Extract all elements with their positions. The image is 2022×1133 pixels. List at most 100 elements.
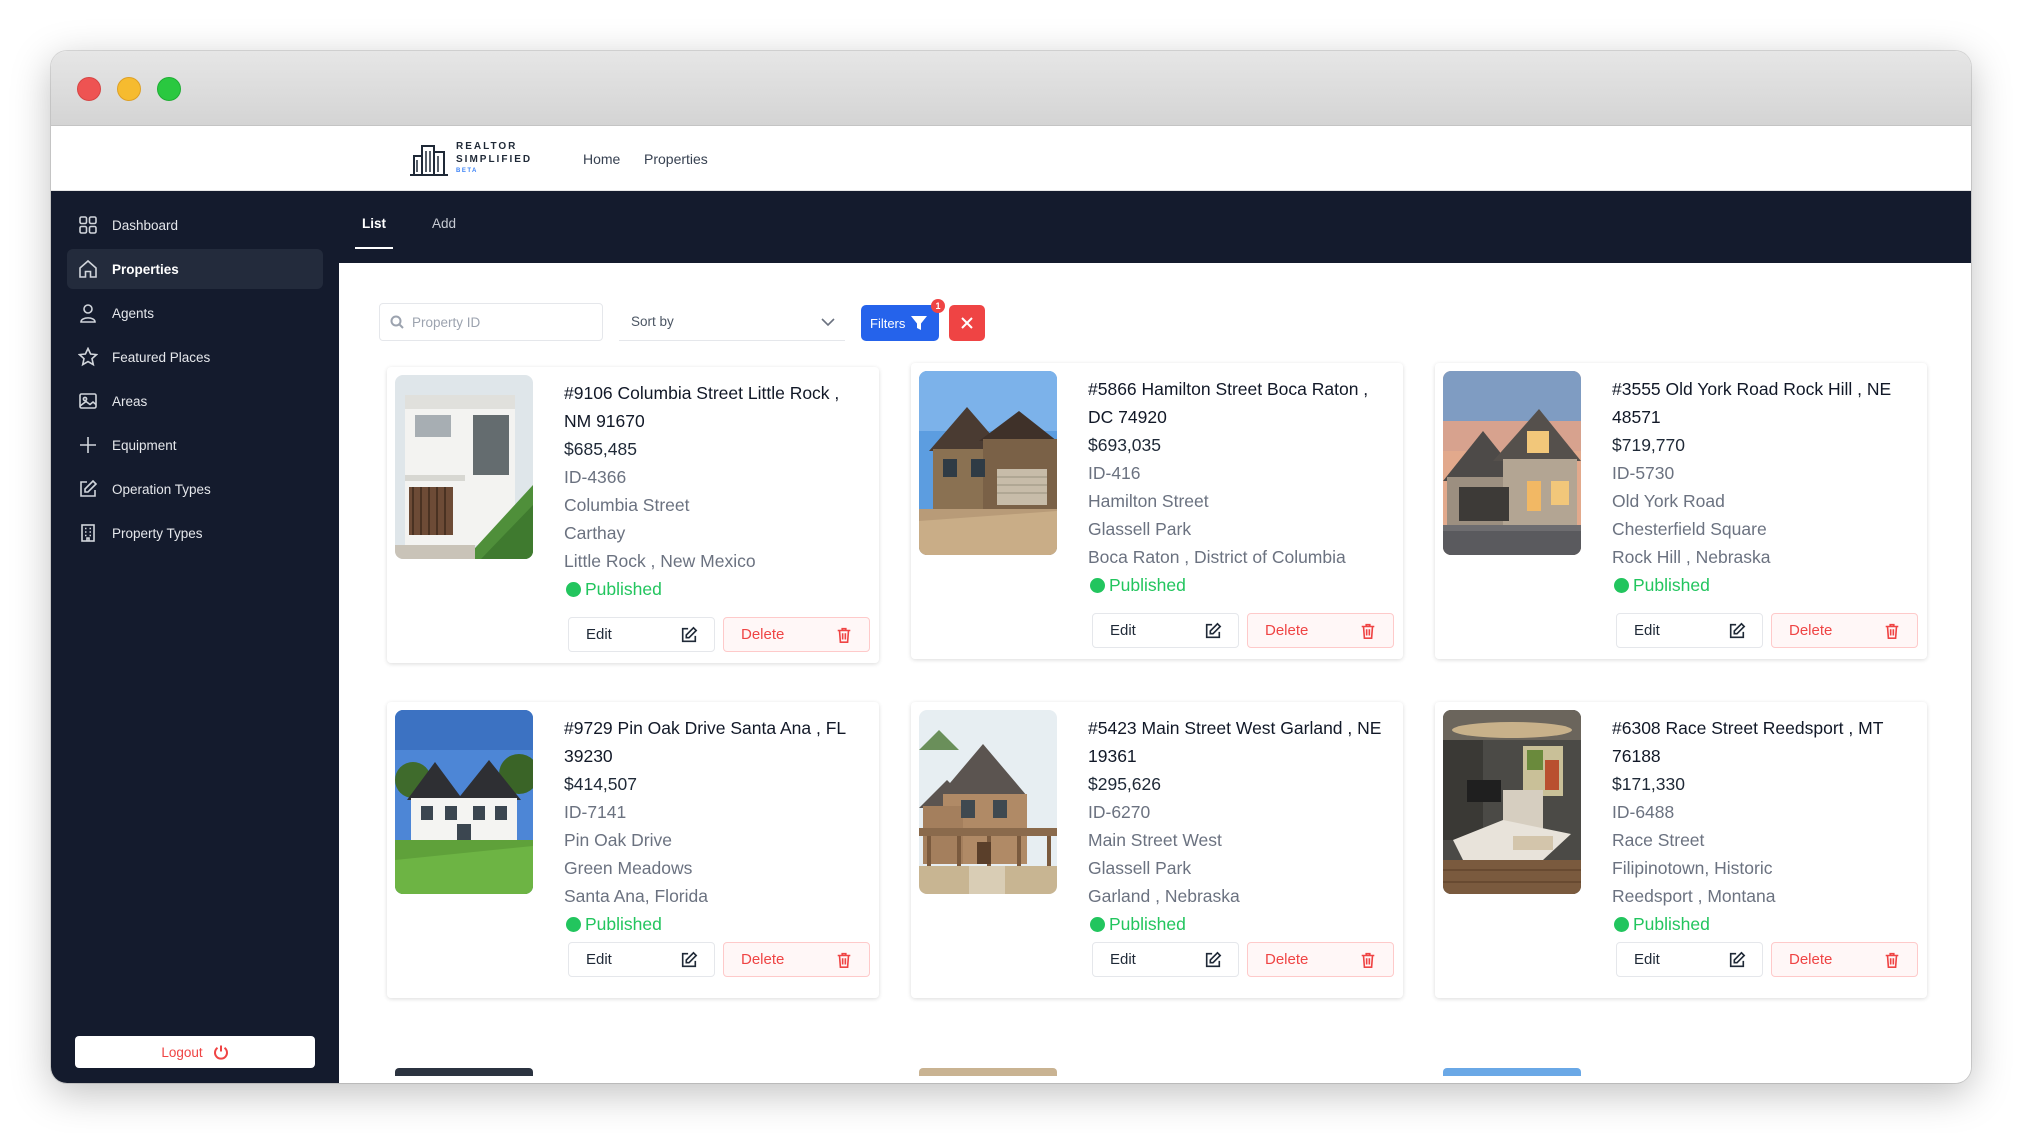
delete-label: Delete (1265, 951, 1309, 968)
trash-icon (1885, 952, 1899, 969)
top-navbar: REALTOR SIMPLIFIED BETA Home Properties (51, 126, 1971, 191)
clear-filters-button[interactable] (949, 305, 985, 341)
status-dot-icon (566, 916, 581, 932)
trash-icon (1885, 623, 1899, 640)
sidebar-item-agents[interactable]: Agents (67, 293, 323, 333)
edit-icon (1205, 951, 1222, 968)
logout-button[interactable]: Logout (75, 1036, 315, 1068)
sidebar-item-properties[interactable]: Properties (67, 249, 323, 289)
property-city: Rock Hill , Nebraska (1612, 547, 1771, 567)
minimize-window-button[interactable] (117, 77, 141, 101)
status-label: Published (1109, 914, 1186, 934)
edit-button[interactable]: Edit (1616, 942, 1763, 977)
delete-button[interactable]: Delete (1771, 942, 1918, 977)
maximize-window-button[interactable] (157, 77, 181, 101)
sort-by-label: Sort by (631, 314, 674, 329)
nav-home-link[interactable]: Home (583, 151, 620, 167)
delete-button[interactable]: Delete (1247, 942, 1394, 977)
property-city: Boca Raton , District of Columbia (1088, 547, 1346, 567)
status-badge: Published (564, 575, 864, 603)
property-photo[interactable] (395, 710, 533, 894)
sidebar-item-property-types[interactable]: Property Types (67, 513, 323, 553)
trash-icon (1361, 623, 1375, 640)
brand-logo[interactable]: REALTOR SIMPLIFIED BETA (408, 140, 538, 180)
building-icon (78, 523, 98, 543)
property-title: #5423 Main Street West Garland , NE 1936… (1088, 718, 1382, 766)
property-details: #5866 Hamilton Street Boca Raton , DC 74… (1088, 375, 1388, 599)
edit-button[interactable]: Edit (568, 617, 715, 652)
delete-button[interactable]: Delete (1771, 613, 1918, 648)
property-street: Race Street (1612, 830, 1705, 850)
delete-label: Delete (741, 951, 785, 968)
property-price: $171,330 (1612, 774, 1685, 794)
delete-label: Delete (1789, 951, 1833, 968)
status-label: Published (1633, 914, 1710, 934)
property-city: Reedsport , Montana (1612, 886, 1776, 906)
status-dot-icon (1090, 577, 1105, 593)
sidebar-item-featured-places[interactable]: Featured Places (67, 337, 323, 377)
delete-label: Delete (741, 626, 785, 643)
filters-button[interactable]: Filters (861, 305, 939, 341)
delete-label: Delete (1265, 622, 1309, 639)
property-id-search[interactable] (379, 303, 603, 341)
property-card: #6308 Race Street Reedsport , MT 76188 $… (1435, 702, 1927, 998)
delete-button[interactable]: Delete (1247, 613, 1394, 648)
edit-button[interactable]: Edit (1092, 613, 1239, 648)
property-photo[interactable] (1443, 371, 1581, 555)
sidebar-item-equipment[interactable]: Equipment (67, 425, 323, 465)
property-card: #9106 Columbia Street Little Rock , NM 9… (387, 367, 879, 663)
status-label: Published (585, 579, 662, 599)
property-price: $685,485 (564, 439, 637, 459)
delete-button[interactable]: Delete (723, 617, 870, 652)
sidebar-item-label: Property Types (112, 525, 203, 541)
brand-line-1: REALTOR (456, 141, 518, 152)
trash-icon (837, 952, 851, 969)
tab-list[interactable]: List (362, 216, 386, 231)
edit-button[interactable]: Edit (568, 942, 715, 977)
property-photo[interactable] (919, 371, 1057, 555)
property-card: #5866 Hamilton Street Boca Raton , DC 74… (911, 363, 1403, 659)
property-neighborhood: Green Meadows (564, 858, 693, 878)
property-photo[interactable] (395, 375, 533, 559)
property-details: #6308 Race Street Reedsport , MT 76188 $… (1612, 714, 1912, 938)
sidebar-item-label: Properties (112, 261, 179, 277)
edit-label: Edit (1110, 951, 1136, 968)
edit-icon (1205, 622, 1222, 639)
status-badge: Published (1612, 571, 1912, 599)
property-photo[interactable] (1443, 710, 1581, 894)
property-price: $414,507 (564, 774, 637, 794)
property-neighborhood: Filipinotown, Historic (1612, 858, 1773, 878)
chevron-down-icon (821, 318, 835, 327)
property-details: #5423 Main Street West Garland , NE 1936… (1088, 714, 1388, 938)
delete-button[interactable]: Delete (723, 942, 870, 977)
property-title: #5866 Hamilton Street Boca Raton , DC 74… (1088, 379, 1369, 427)
plus-icon (78, 435, 98, 455)
status-dot-icon (1090, 916, 1105, 932)
beta-badge: BETA (456, 168, 478, 174)
tab-add[interactable]: Add (432, 216, 456, 231)
edit-label: Edit (1110, 622, 1136, 639)
sidebar-item-dashboard[interactable]: Dashboard (67, 205, 323, 245)
edit-button[interactable]: Edit (1616, 613, 1763, 648)
home-icon (78, 259, 98, 279)
property-city: Santa Ana, Florida (564, 886, 708, 906)
sidebar-item-operation-types[interactable]: Operation Types (67, 469, 323, 509)
property-id: ID-5730 (1612, 463, 1675, 483)
edit-button[interactable]: Edit (1092, 942, 1239, 977)
power-icon (213, 1045, 228, 1060)
close-window-button[interactable] (77, 77, 101, 101)
nav-properties-link[interactable]: Properties (644, 151, 708, 167)
sidebar-item-areas[interactable]: Areas (67, 381, 323, 421)
sort-by-select[interactable]: Sort by (619, 303, 845, 341)
property-details: #3555 Old York Road Rock Hill , NE 48571… (1612, 375, 1912, 599)
status-dot-icon (1614, 577, 1629, 593)
edit-label: Edit (586, 951, 612, 968)
sidebar-item-label: Equipment (112, 437, 177, 453)
app-window: REALTOR SIMPLIFIED BETA Home Properties … (51, 51, 1971, 1083)
search-input[interactable] (412, 314, 582, 330)
trash-icon (837, 627, 851, 644)
image-icon (78, 391, 98, 411)
property-street: Columbia Street (564, 495, 690, 515)
property-neighborhood: Carthay (564, 523, 626, 543)
property-photo[interactable] (919, 710, 1057, 894)
